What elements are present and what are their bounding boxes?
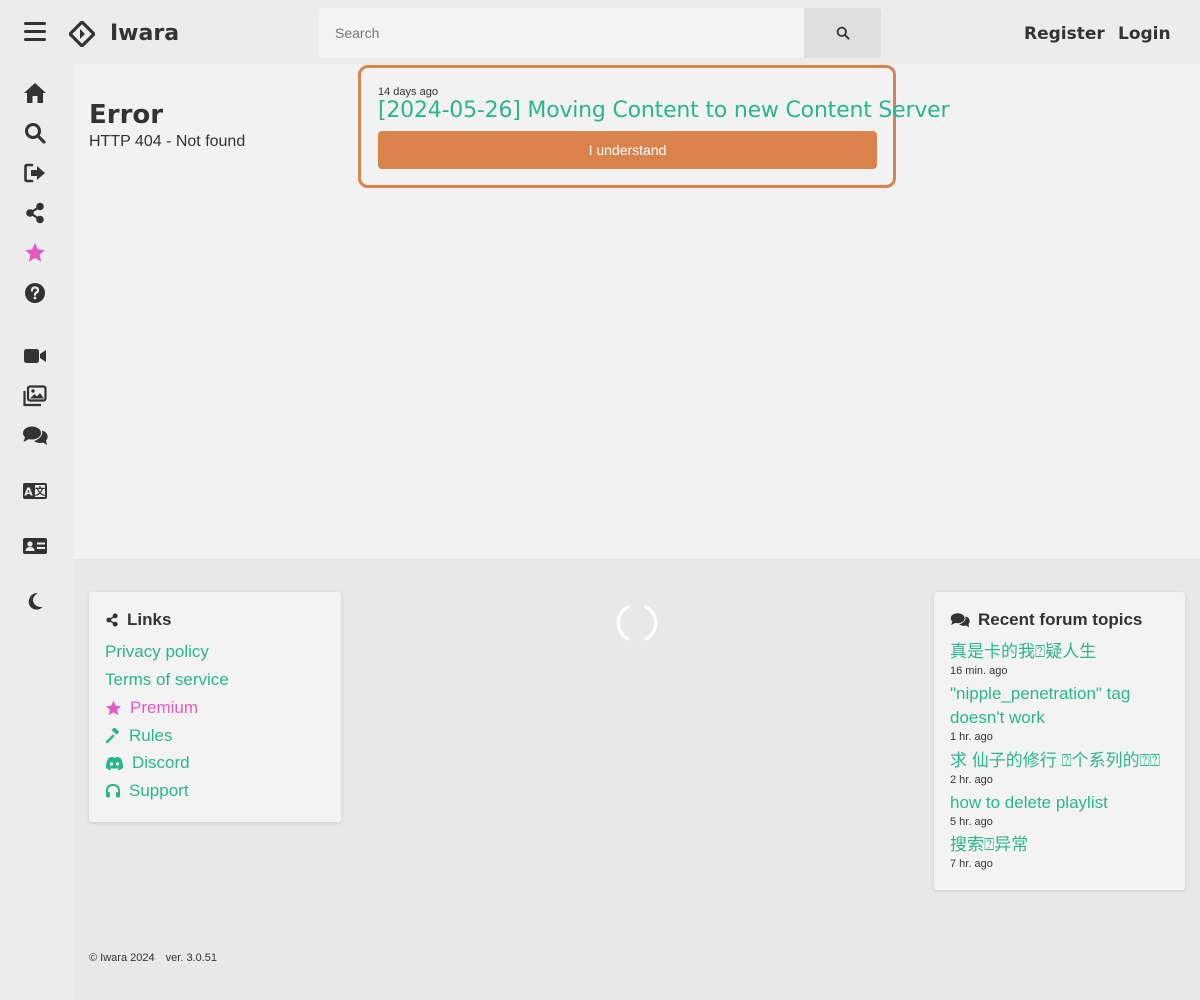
svg-text:A: A	[24, 486, 33, 499]
rules-label: Rules	[129, 726, 173, 745]
footer: © Iwara 2024 ver. 3.0.51	[89, 952, 225, 964]
announcement-notice: 14 days ago [2024-05-26] Moving Content …	[358, 65, 950, 188]
forum-topic-link[interactable]: 求 仙子的修行 ⍰个系列的⍰⍰	[950, 749, 1180, 773]
forum-icon	[950, 612, 970, 627]
links-card-title: Links	[105, 610, 171, 630]
notice-age: 14 days ago	[378, 86, 438, 98]
video-icon[interactable]	[22, 343, 48, 369]
i-understand-button[interactable]: I understand	[378, 131, 877, 169]
discord-icon	[105, 756, 124, 770]
forum-topic-link[interactable]: "nipple_penetration" tag doesn't work	[950, 682, 1180, 730]
search-icon	[836, 26, 849, 40]
login-link[interactable]: Login	[1118, 24, 1171, 44]
terms-of-service-link[interactable]: Terms of service	[105, 670, 229, 690]
forum-icon[interactable]	[22, 423, 48, 449]
error-message: HTTP 404 - Not found	[89, 133, 246, 150]
forum-topic-age: 2 hr. ago	[950, 774, 993, 786]
discord-link[interactable]: Discord	[105, 753, 190, 773]
sign-out-icon[interactable]	[22, 160, 48, 186]
forum-topic-link[interactable]: 真是卡的我⍰疑人生	[950, 640, 1180, 664]
privacy-policy-label: Privacy policy	[105, 642, 209, 661]
premium-label: Premium	[130, 698, 199, 717]
links-card: Links Privacy policy Terms of service Pr…	[89, 592, 341, 822]
forum-title-text: Recent forum topics	[978, 610, 1143, 629]
gavel-icon	[105, 728, 119, 744]
footer-copyright: © Iwara 2024	[89, 952, 155, 964]
search-icon[interactable]	[22, 120, 48, 146]
search-button[interactable]	[804, 8, 881, 58]
terms-of-service-label: Terms of service	[105, 670, 229, 689]
notice-title-link[interactable]: [2024-05-26] Moving Content to new Conte…	[378, 98, 950, 123]
recent-forum-topics-card: Recent forum topics 真是卡的我⍰疑人生 16 min. ag…	[934, 592, 1185, 890]
premium-star-icon[interactable]	[22, 240, 48, 266]
menu-icon[interactable]	[24, 22, 46, 41]
forum-topic-link[interactable]: how to delete playlist	[950, 791, 1180, 815]
support-link[interactable]: Support	[105, 781, 189, 801]
svg-text:文: 文	[35, 485, 46, 498]
search-input[interactable]	[319, 8, 804, 58]
forum-topic-age: 16 min. ago	[950, 665, 1008, 677]
left-sidebar: A文	[0, 66, 74, 1000]
forum-topic-age: 5 hr. ago	[950, 816, 993, 828]
share-icon[interactable]	[22, 200, 48, 226]
forum-card-title: Recent forum topics	[950, 610, 1142, 630]
register-link[interactable]: Register	[1024, 24, 1105, 44]
discord-label: Discord	[132, 753, 190, 772]
language-icon[interactable]: A文	[22, 478, 48, 504]
top-header: Iwara Register Login	[0, 0, 1200, 66]
site-logo-text[interactable]: Iwara	[110, 21, 179, 46]
footer-version: ver. 3.0.51	[165, 952, 218, 964]
headset-icon	[106, 783, 120, 798]
loading-spinner	[616, 605, 658, 641]
links-title-text: Links	[127, 610, 172, 629]
share-icon	[106, 613, 118, 627]
iwara-logo-icon[interactable]	[69, 21, 95, 47]
support-label: Support	[129, 781, 189, 800]
forum-topic-age: 1 hr. ago	[950, 731, 993, 743]
forum-topic-age: 7 hr. ago	[950, 858, 993, 870]
help-icon[interactable]	[22, 280, 48, 306]
privacy-policy-link[interactable]: Privacy policy	[105, 642, 209, 662]
rules-link[interactable]: Rules	[105, 726, 172, 746]
search-bar	[319, 8, 881, 58]
moon-icon[interactable]	[22, 588, 48, 614]
error-title: Error	[89, 100, 164, 130]
id-card-icon[interactable]	[22, 533, 48, 559]
images-icon[interactable]	[22, 383, 48, 409]
star-icon	[105, 700, 122, 715]
home-icon[interactable]	[22, 80, 48, 106]
forum-topic-link[interactable]: 搜索⍰异常	[950, 833, 1180, 857]
premium-link[interactable]: Premium	[105, 698, 198, 718]
